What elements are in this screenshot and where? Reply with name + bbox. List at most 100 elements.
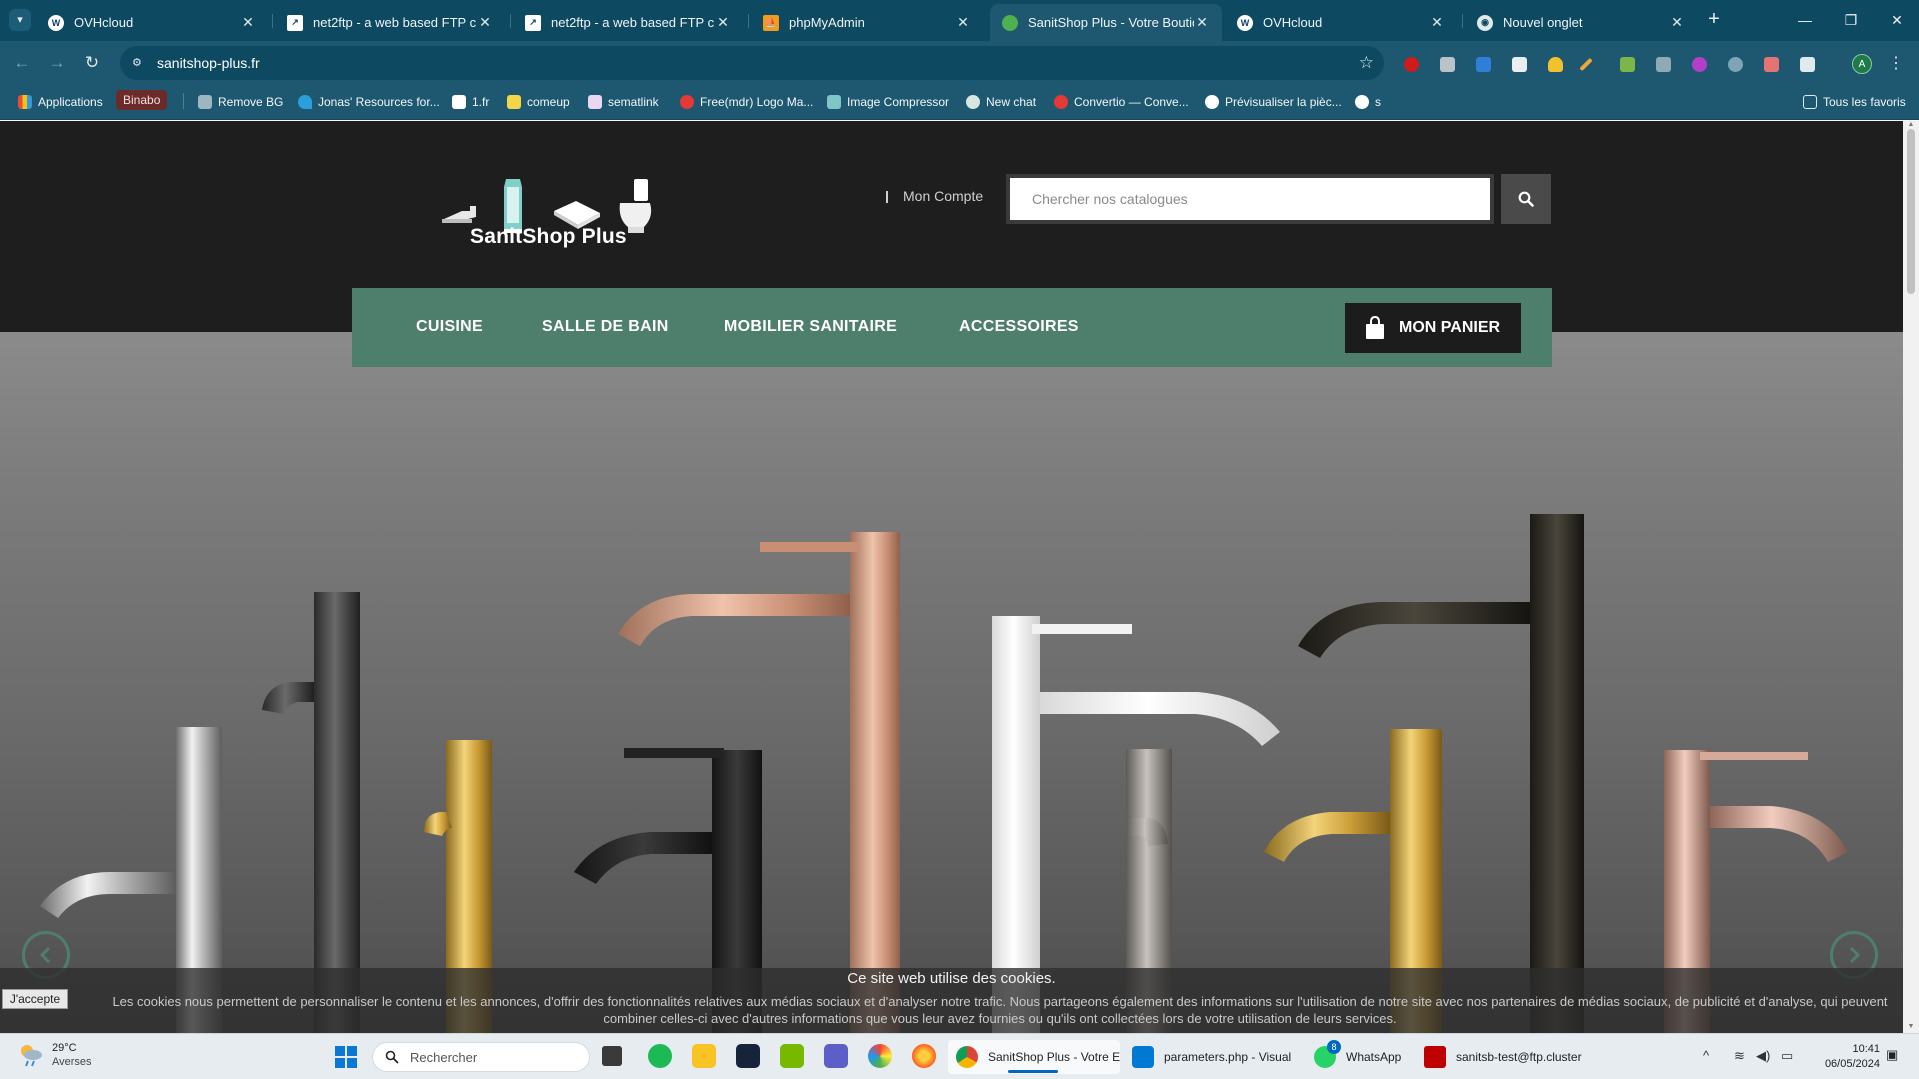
tab-net2ftp-2[interactable]: ↗ net2ftp - a web based FTP clien ✕ xyxy=(513,4,743,41)
extension-grey-icon[interactable] xyxy=(1440,57,1455,72)
scroll-down-icon[interactable]: ▼ xyxy=(1907,1023,1915,1031)
tab-ovhcloud-2[interactable]: W OVHcloud ✕ xyxy=(1225,4,1457,41)
close-icon[interactable]: ✕ xyxy=(1429,14,1445,31)
cookie-title: Ce site web utilise des cookies. xyxy=(847,970,1056,987)
app-purple-icon[interactable] xyxy=(824,1044,848,1068)
forward-button[interactable]: → xyxy=(45,51,69,75)
scroll-up-icon[interactable]: ▲ xyxy=(1907,121,1915,129)
file-explorer-icon[interactable] xyxy=(692,1044,716,1068)
page-scrollbar[interactable]: ▲ ▼ xyxy=(1903,121,1919,1033)
all-bookmarks[interactable]: Tous les favoris xyxy=(1803,95,1906,109)
reload-button[interactable]: ↻ xyxy=(80,51,104,75)
bookmark-star-icon[interactable]: ☆ xyxy=(1359,53,1374,73)
address-bar[interactable]: ⚙ sanitshop-plus.fr ☆ xyxy=(120,46,1384,80)
folder-icon xyxy=(1803,95,1817,109)
spotify-icon[interactable] xyxy=(648,1044,672,1068)
bookmark-previsualiser[interactable]: Prévisualiser la pièc... xyxy=(1205,95,1342,109)
search-button[interactable] xyxy=(1501,174,1551,224)
tab-ovhcloud[interactable]: W OVHcloud ✕ xyxy=(36,4,268,41)
bookmark-jonas-resources[interactable]: Jonas' Resources for... xyxy=(298,95,440,109)
notification-bell-icon[interactable]: ▣ xyxy=(1886,1047,1902,1063)
taskbar-window-vscode[interactable]: parameters.php - Visual xyxy=(1124,1040,1302,1074)
extension-green-icon[interactable] xyxy=(1620,57,1635,72)
nav-salle-de-bain[interactable]: SALLE DE BAIN xyxy=(542,318,669,336)
search-icon xyxy=(1518,191,1534,207)
extension-red-icon[interactable] xyxy=(1404,57,1419,72)
nav-cuisine[interactable]: CUISINE xyxy=(416,318,483,336)
extension-blue-icon[interactable] xyxy=(1476,57,1491,72)
close-icon[interactable]: ✕ xyxy=(477,14,493,31)
site-info-icon[interactable]: ⚙ xyxy=(132,56,146,70)
back-button[interactable]: ← xyxy=(10,51,34,75)
extension-s-icon[interactable] xyxy=(1512,57,1527,72)
extension-purple-icon[interactable] xyxy=(1692,57,1707,72)
bookmark-new-chat[interactable]: New chat xyxy=(966,95,1036,109)
extension-yellow-icon[interactable] xyxy=(1548,57,1563,72)
extensions-puzzle-icon[interactable] xyxy=(1800,57,1815,72)
weather-temp: 29°C xyxy=(52,1042,77,1054)
filezilla-icon xyxy=(1424,1046,1446,1068)
bookmark-convertio[interactable]: Convertio — Conve... xyxy=(1054,95,1189,109)
volume-icon[interactable]: ◀) xyxy=(1756,1048,1770,1064)
bookmark-applications[interactable]: Applications xyxy=(18,95,103,109)
close-icon[interactable]: ✕ xyxy=(955,14,971,31)
nav-mobilier-sanitaire[interactable]: MOBILIER SANITAIRE xyxy=(724,318,897,336)
new-tab-button[interactable]: + xyxy=(1702,8,1726,32)
extension-compass-icon[interactable] xyxy=(1728,57,1743,72)
account-link[interactable]: Mon Compte xyxy=(903,188,983,204)
bookmark-1fr[interactable]: 1.fr xyxy=(452,95,489,109)
close-icon[interactable]: ✕ xyxy=(715,14,731,31)
battery-icon[interactable]: ▭ xyxy=(1781,1048,1793,1064)
cookie-text: Les cookies nous permettent de personnal… xyxy=(112,994,1888,1026)
taskbar-clock[interactable]: 10:41 06/05/2024 xyxy=(1810,1042,1880,1072)
wifi-icon[interactable]: ≋ xyxy=(1734,1048,1745,1064)
tab-net2ftp[interactable]: ↗ net2ftp - a web based FTP clien ✕ xyxy=(275,4,505,41)
task-view-icon[interactable] xyxy=(602,1046,622,1066)
nav-accessoires[interactable]: ACCESSOIRES xyxy=(959,318,1079,336)
close-icon[interactable]: ✕ xyxy=(240,14,256,31)
cookie-accept-button[interactable]: J'accepte xyxy=(2,989,68,1009)
profile-avatar[interactable]: A xyxy=(1852,54,1872,74)
cart-button[interactable]: MON PANIER xyxy=(1345,303,1521,353)
dev-tool-icon[interactable] xyxy=(736,1044,760,1068)
bookmark-free-logo[interactable]: Free(mdr) Logo Ma... xyxy=(680,95,813,109)
bookmark-remove-bg[interactable]: Remove BG xyxy=(198,95,283,109)
tab-phpmyadmin[interactable]: ⛵ phpMyAdmin ✕ xyxy=(751,4,983,41)
firefox-icon[interactable] xyxy=(912,1044,936,1068)
search-input[interactable] xyxy=(1010,178,1490,220)
extension-pen-icon[interactable] xyxy=(1579,57,1593,72)
tab-search-menu[interactable]: ▾ xyxy=(9,9,31,31)
taskbar-window-whatsapp[interactable]: 8 WhatsApp xyxy=(1306,1040,1414,1074)
restore-button[interactable]: ❐ xyxy=(1836,8,1866,32)
window-close-button[interactable]: ✕ xyxy=(1882,8,1912,32)
active-indicator xyxy=(1008,1070,1058,1073)
extension-arrow-icon[interactable] xyxy=(1656,57,1671,72)
windows-taskbar: 29°C Averses Rechercher SanitShop Plus -… xyxy=(0,1033,1919,1079)
taskbar-search[interactable]: Rechercher xyxy=(372,1042,590,1072)
tab-sanitshop[interactable]: SanitShop Plus - Votre Boutiqu ✕ xyxy=(990,4,1222,41)
taskbar-window-chrome[interactable]: SanitShop Plus - Votre E xyxy=(948,1040,1120,1074)
vscode-icon xyxy=(1132,1046,1154,1068)
weather-condition: Averses xyxy=(52,1056,92,1068)
nvidia-icon[interactable] xyxy=(780,1044,804,1068)
bookmark-binabo[interactable]: Binabo xyxy=(116,90,168,110)
bookmark-s[interactable]: s xyxy=(1355,95,1381,109)
minimize-button[interactable]: — xyxy=(1790,8,1820,32)
comeup-icon xyxy=(507,95,521,109)
bookmark-comeup[interactable]: comeup xyxy=(507,95,570,109)
extension-pink-icon[interactable] xyxy=(1764,57,1779,72)
weather-widget[interactable]: 29°C Averses xyxy=(18,1042,92,1068)
tab-title: OVHcloud xyxy=(74,15,134,30)
tab-new-tab[interactable]: ◉ Nouvel onglet ✕ xyxy=(1465,4,1697,41)
bookmark-sematlink[interactable]: sematlink xyxy=(588,95,659,109)
phpmyadmin-icon: ⛵ xyxy=(763,14,779,31)
browser-menu-icon[interactable]: ⋮ xyxy=(1888,53,1904,73)
scrollbar-thumb[interactable] xyxy=(1907,129,1915,294)
close-icon[interactable]: ✕ xyxy=(1669,14,1685,31)
windows-start-icon[interactable] xyxy=(335,1046,357,1068)
taskbar-window-filezilla[interactable]: sanitsb-test@ftp.cluster xyxy=(1416,1040,1596,1074)
close-icon[interactable]: ✕ xyxy=(1194,14,1210,31)
bookmark-image-compressor[interactable]: Image Compressor xyxy=(827,95,949,109)
tray-overflow-icon[interactable]: ^ xyxy=(1703,1048,1709,1063)
photos-icon[interactable] xyxy=(868,1044,892,1068)
